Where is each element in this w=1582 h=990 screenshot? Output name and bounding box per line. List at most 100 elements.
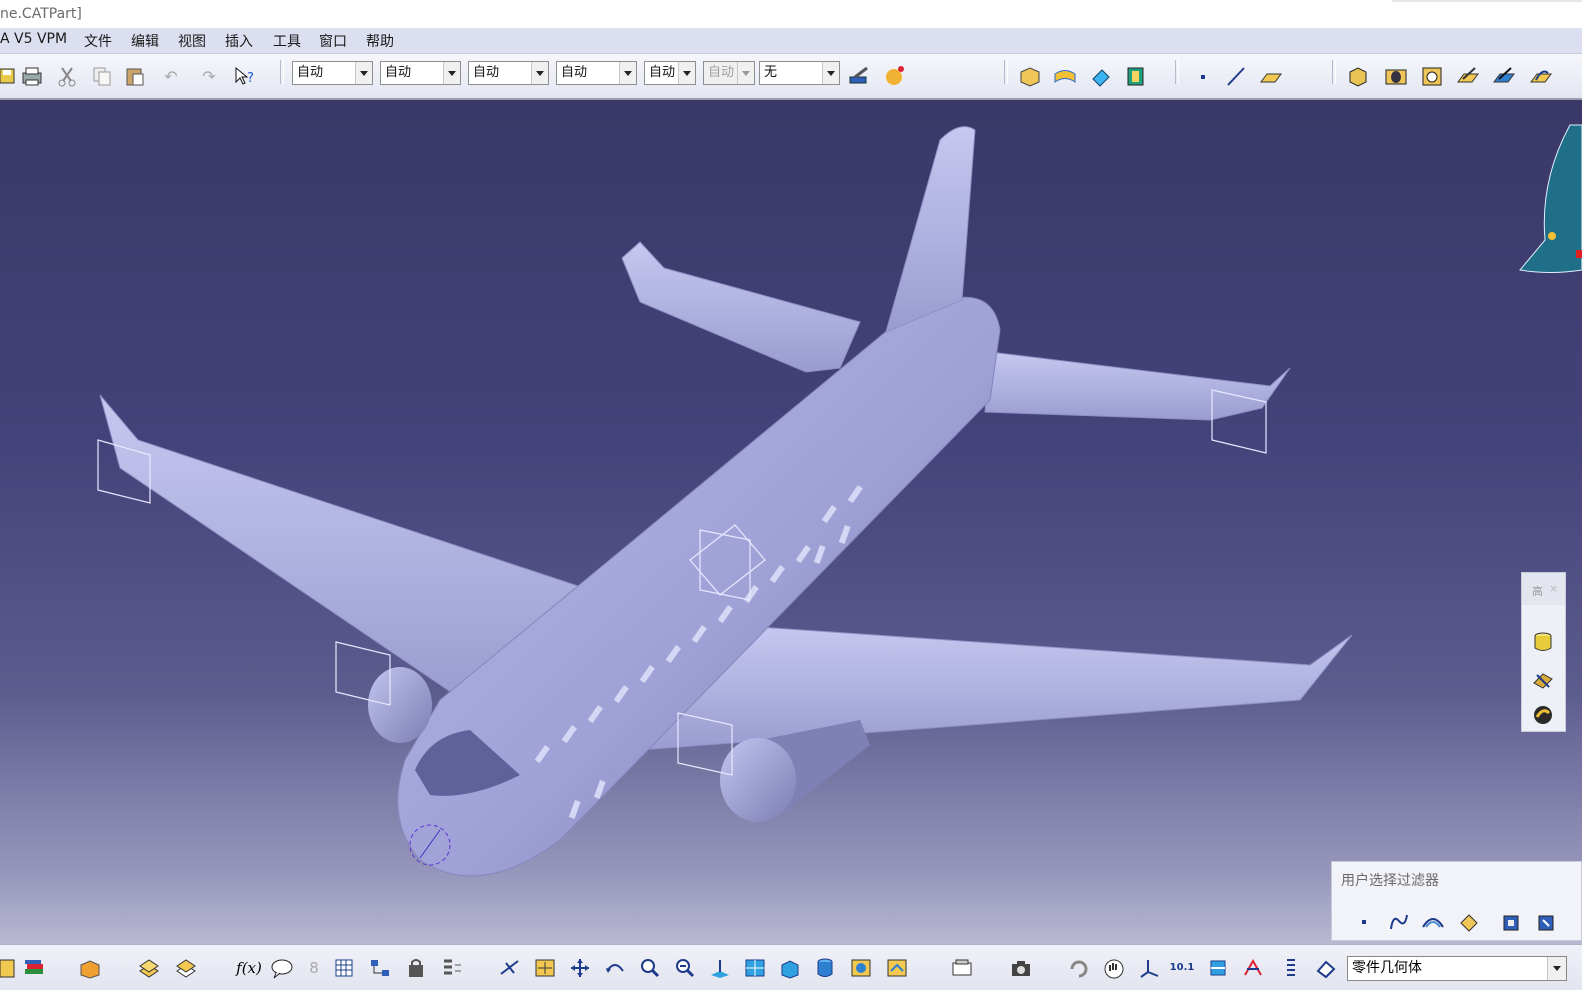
eraser-icon[interactable] — [1088, 63, 1114, 89]
zoom-out-icon[interactable] — [673, 956, 697, 980]
menu-insert[interactable]: 插入 — [225, 31, 253, 51]
menu-view[interactable]: 视图 — [178, 31, 206, 51]
layers-icon[interactable] — [137, 956, 161, 980]
left-engine — [368, 667, 432, 743]
copy-icon[interactable] — [89, 63, 115, 89]
painter-icon[interactable] — [846, 63, 872, 89]
chevron-down-icon — [531, 62, 548, 84]
knowledge-icon[interactable] — [404, 956, 428, 980]
close-icon[interactable]: × — [1549, 582, 1558, 595]
feature-filter-icon[interactable] — [1500, 910, 1524, 934]
part-body-icon[interactable] — [1017, 63, 1043, 89]
analysis-icon[interactable] — [1530, 701, 1556, 727]
paste-icon[interactable] — [122, 63, 148, 89]
menu-edit[interactable]: 编辑 — [131, 31, 159, 51]
geometry-filter-icon[interactable] — [1535, 910, 1559, 934]
pen-icon[interactable] — [1491, 63, 1517, 89]
swap-icon[interactable] — [885, 956, 909, 980]
formula-icon[interactable]: f(x) — [234, 956, 264, 980]
zoom-in-icon[interactable] — [638, 956, 662, 980]
pan-icon[interactable] — [568, 956, 592, 980]
chevron-down-icon — [1547, 957, 1566, 980]
toolbar-separator — [1332, 60, 1336, 84]
surface-filter-icon[interactable] — [1421, 910, 1445, 934]
active-body-combo[interactable]: 零件几何体 — [1347, 956, 1567, 981]
iso-view-icon[interactable] — [778, 956, 802, 980]
line-type-combo[interactable]: 自动 — [556, 61, 637, 85]
right-stabilizer — [984, 351, 1291, 421]
measure-icon[interactable] — [1279, 956, 1303, 980]
curve-filter-icon[interactable] — [1387, 910, 1411, 934]
tag-icon[interactable] — [1314, 956, 1338, 980]
fly-icon[interactable] — [498, 956, 522, 980]
normal-view-icon[interactable] — [708, 956, 732, 980]
menu-help[interactable]: 帮助 — [366, 31, 394, 51]
hide-show-icon[interactable] — [849, 956, 873, 980]
rotate-icon[interactable] — [603, 956, 627, 980]
svg-text:?: ? — [247, 71, 254, 86]
menu-window[interactable]: 窗口 — [319, 31, 347, 51]
airplane-model[interactable] — [0, 100, 1582, 944]
volume-filter-icon[interactable] — [1457, 910, 1481, 934]
rendering-combo: 自动 — [703, 61, 755, 85]
layer-combo[interactable]: 无 — [759, 61, 840, 85]
transparency-combo[interactable]: 自动 — [380, 61, 461, 85]
shading-icon[interactable] — [813, 956, 837, 980]
point-type-combo[interactable]: 自动 — [644, 61, 696, 85]
layers2-icon[interactable] — [174, 956, 198, 980]
menu-tools[interactable]: 工具 — [273, 31, 301, 51]
apply-material-icon[interactable] — [883, 62, 909, 88]
surface-icon[interactable] — [1052, 63, 1078, 89]
point-icon[interactable] — [1190, 63, 1216, 89]
3d-viewport[interactable] — [0, 100, 1582, 944]
toolbar-separator — [1175, 60, 1179, 84]
cylinder-icon[interactable] — [1530, 629, 1556, 655]
list-icon[interactable] — [440, 956, 464, 980]
plane-icon[interactable] — [1258, 63, 1284, 89]
pad-icon[interactable] — [1345, 63, 1371, 89]
redo-icon[interactable]: ↷ — [196, 63, 222, 89]
box-icon[interactable] — [78, 956, 102, 980]
chevron-down-icon — [619, 62, 636, 84]
color-combo[interactable]: 自动 — [292, 61, 373, 85]
axis-icon[interactable] — [1138, 956, 1162, 980]
books-icon[interactable] — [22, 956, 46, 980]
pocket-icon[interactable] — [1419, 63, 1445, 89]
hand-icon[interactable] — [1102, 956, 1126, 980]
line-icon[interactable] — [1223, 63, 1249, 89]
multi-view-icon[interactable] — [743, 956, 767, 980]
camera-icon[interactable] — [1009, 956, 1033, 980]
sketch-icon[interactable] — [1455, 63, 1481, 89]
table-icon[interactable] — [332, 956, 356, 980]
sweep-icon[interactable] — [1530, 667, 1556, 693]
units-icon[interactable]: 10.1 — [1170, 956, 1195, 980]
catalog-icon[interactable] — [1123, 63, 1149, 89]
tree-icon[interactable] — [368, 956, 392, 980]
cut-icon[interactable] — [54, 63, 80, 89]
title-bar: ne.CATPart] — [0, 0, 1582, 28]
floating-toolbar-header[interactable]: 高 × — [1522, 573, 1565, 605]
comment-icon[interactable] — [270, 956, 294, 980]
lock-icon[interactable]: 8 — [302, 956, 326, 980]
menu-app[interactable]: A V5 VPM — [0, 31, 67, 47]
chevron-down-icon — [443, 62, 460, 84]
line-thickness-combo[interactable]: 自动 — [468, 61, 549, 85]
sketch-icon[interactable] — [0, 956, 18, 980]
print-icon[interactable] — [19, 63, 45, 89]
hole-icon[interactable] — [1383, 63, 1409, 89]
fillet-icon[interactable] — [1528, 63, 1554, 89]
compass-icon[interactable] — [1241, 956, 1265, 980]
refresh-icon[interactable] — [1067, 956, 1091, 980]
menu-file[interactable]: 文件 — [84, 31, 112, 51]
color-combo-value: 自动 — [297, 65, 324, 80]
floating-toolbar: 高 × — [1521, 572, 1566, 732]
save-icon[interactable] — [0, 63, 20, 89]
fit-all-icon[interactable] — [533, 956, 557, 980]
undo-icon[interactable]: ↶ — [158, 63, 184, 89]
section-icon[interactable] — [1206, 956, 1230, 980]
point-filter-icon[interactable] — [1352, 910, 1376, 934]
chevron-down-icon — [678, 62, 695, 84]
layer-combo-value: 无 — [764, 65, 778, 80]
capture-icon[interactable] — [950, 956, 974, 980]
whats-this-icon[interactable]: ? — [232, 63, 258, 89]
